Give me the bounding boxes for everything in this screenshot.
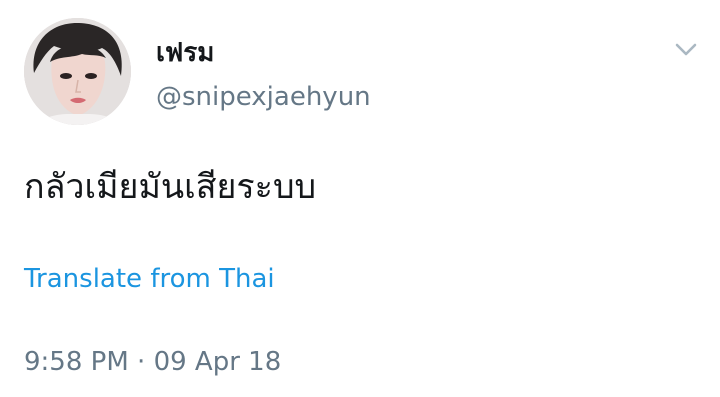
translate-link[interactable]: Translate from Thai <box>24 262 275 296</box>
tweet-card: เฟรม @snipexjaehyun กลัวเมียมันเสียระบบ … <box>0 0 720 397</box>
tweet-timestamp[interactable]: 9:58 PM · 09 Apr 18 <box>24 345 281 379</box>
user-handle[interactable]: @snipexjaehyun <box>156 80 371 114</box>
display-name[interactable]: เฟรม <box>156 36 214 70</box>
profile-photo-icon <box>24 18 131 125</box>
tweet-date: 09 Apr 18 <box>153 347 282 377</box>
tweet-text: กลัวเมียมันเสียระบบ <box>24 167 317 207</box>
tweet-menu-button[interactable] <box>672 36 700 64</box>
avatar[interactable] <box>24 18 131 125</box>
chevron-down-icon <box>675 43 697 56</box>
timestamp-separator: · <box>137 347 146 377</box>
tweet-time: 9:58 PM <box>24 347 129 377</box>
